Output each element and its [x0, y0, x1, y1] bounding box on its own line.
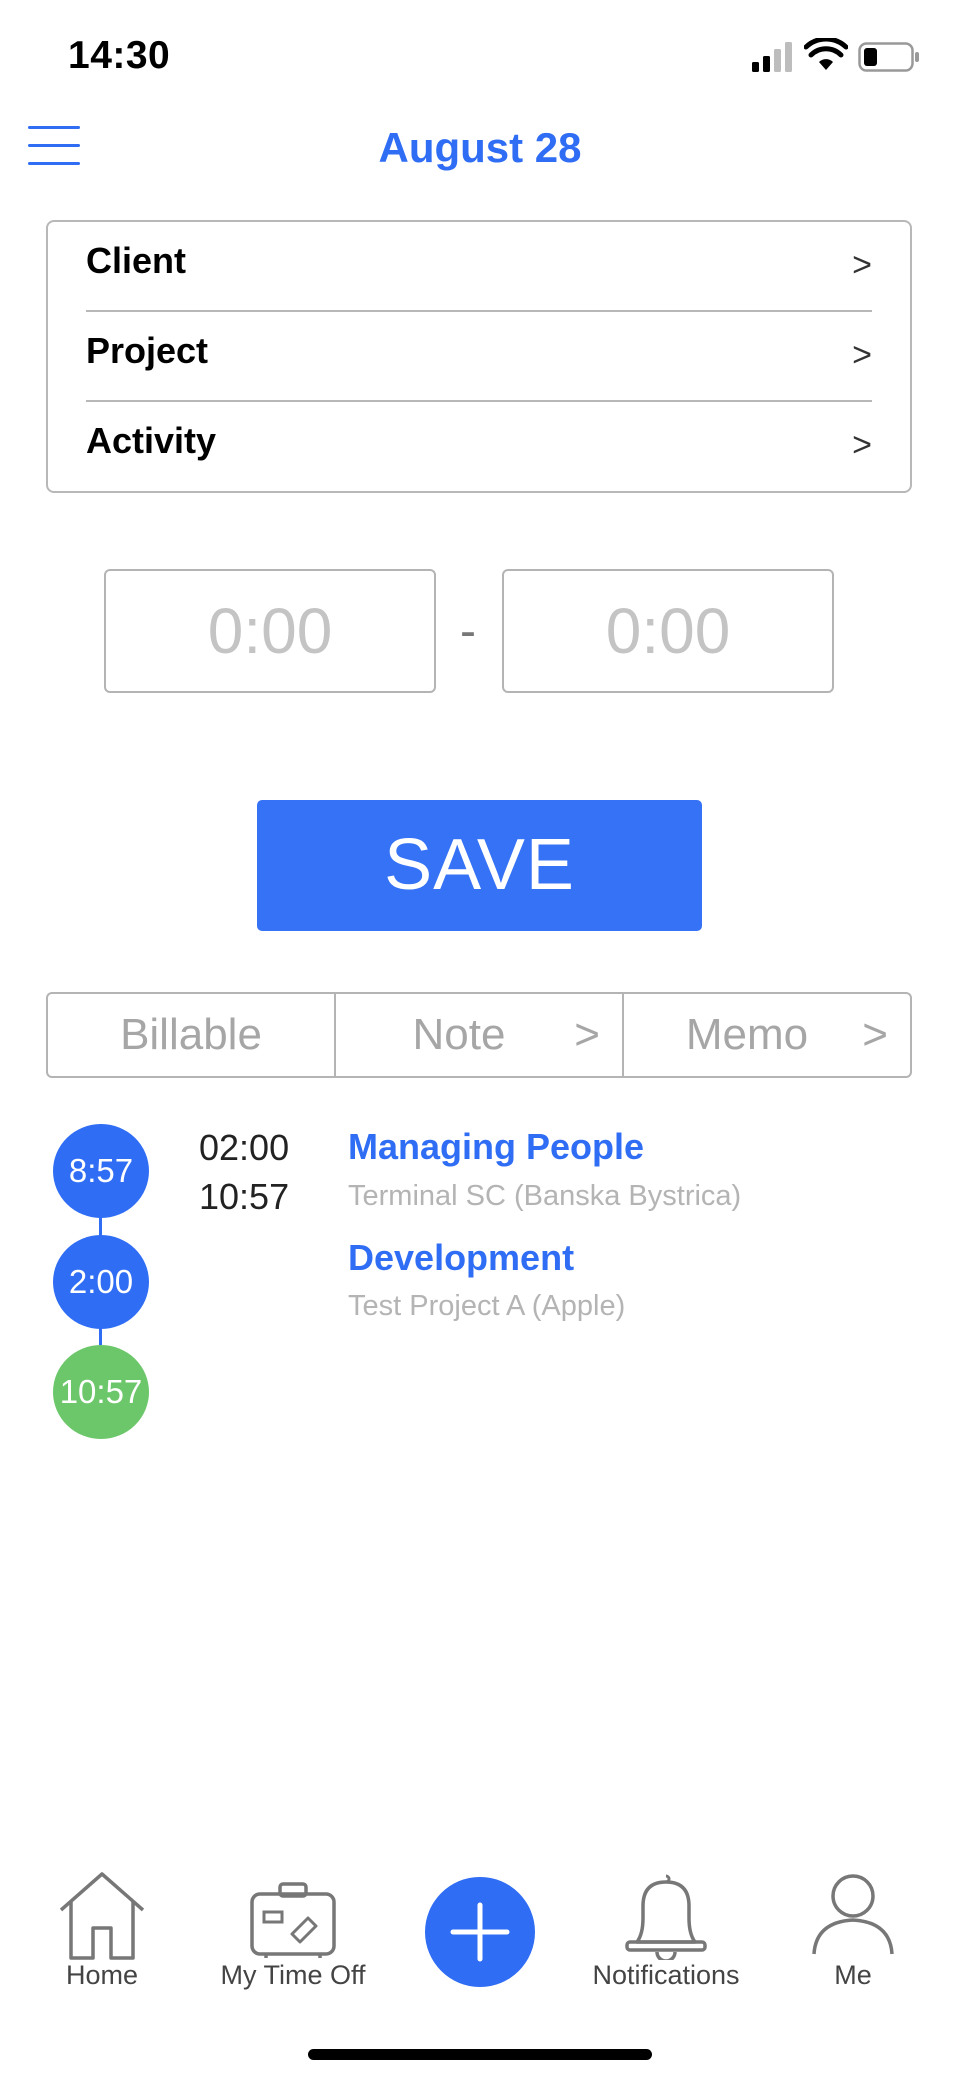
tab-home[interactable]: Home — [52, 1870, 152, 1991]
timeline-duration: 02:00 — [199, 1127, 290, 1168]
time-range-separator: - — [460, 605, 476, 658]
chevron-right-icon: > — [852, 426, 872, 464]
tab-label: My Time Off — [220, 1960, 366, 1990]
bell-icon — [625, 1874, 707, 1960]
chevron-right-icon: > — [852, 246, 872, 284]
selector-card: Client > Project > Activity > — [46, 220, 912, 493]
entry-subtitle: Terminal SC (Banska Bystrica) — [348, 1180, 742, 1212]
timeline-time: 10:57 — [199, 1176, 290, 1217]
memo-button[interactable]: Memo > — [622, 994, 910, 1076]
status-time: 14:30 — [68, 34, 171, 77]
entry-options: Billable Note > Memo > — [46, 992, 912, 1078]
suitcase-icon — [250, 1882, 336, 1958]
end-time-input[interactable]: 0:00 — [502, 569, 834, 693]
tab-label: Notifications — [592, 1960, 740, 1990]
tab-my-time-off[interactable]: My Time Off — [211, 1870, 375, 1991]
timeline-marker-current: 10:57 — [53, 1345, 149, 1439]
wifi-icon — [804, 38, 848, 70]
client-label: Client — [86, 240, 187, 281]
note-button[interactable]: Note > — [334, 994, 622, 1076]
tab-label: Home — [65, 1960, 139, 1990]
activity-label: Activity — [86, 420, 217, 461]
home-indicator — [308, 2049, 652, 2060]
plus-icon — [450, 1902, 510, 1962]
entry-title-development[interactable]: Development — [348, 1237, 574, 1279]
billable-toggle[interactable]: Billable — [48, 994, 334, 1076]
person-icon — [812, 1874, 894, 1955]
entry-title-managing-people[interactable]: Managing People — [348, 1126, 644, 1168]
activity-selector[interactable]: Activity > — [86, 402, 872, 492]
tab-me[interactable]: Me — [808, 1870, 898, 1991]
timeline-marker: 2:00 — [53, 1235, 149, 1329]
chevron-right-icon: > — [852, 336, 872, 374]
page-title: August 28 — [378, 124, 582, 171]
client-selector[interactable]: Client > — [86, 222, 872, 312]
start-time-input[interactable]: 0:00 — [104, 569, 436, 693]
tab-label: Me — [834, 1960, 872, 1990]
tab-notifications[interactable]: Notifications — [590, 1870, 742, 1991]
note-label: Note — [412, 1010, 506, 1059]
battery-icon — [858, 42, 919, 72]
home-icon — [59, 1872, 145, 1960]
project-selector[interactable]: Project > — [86, 312, 872, 402]
timeline-marker: 8:57 — [53, 1124, 149, 1218]
memo-label: Memo — [685, 1010, 809, 1059]
cellular-signal-icon — [752, 42, 792, 72]
chevron-right-icon: > — [862, 1010, 888, 1059]
entry-subtitle: Test Project A (Apple) — [348, 1290, 626, 1322]
project-label: Project — [86, 330, 209, 371]
chevron-right-icon: > — [574, 1010, 600, 1059]
add-entry-button[interactable] — [425, 1877, 535, 1987]
save-button[interactable]: SAVE — [257, 800, 702, 931]
billable-label: Billable — [120, 1010, 262, 1059]
